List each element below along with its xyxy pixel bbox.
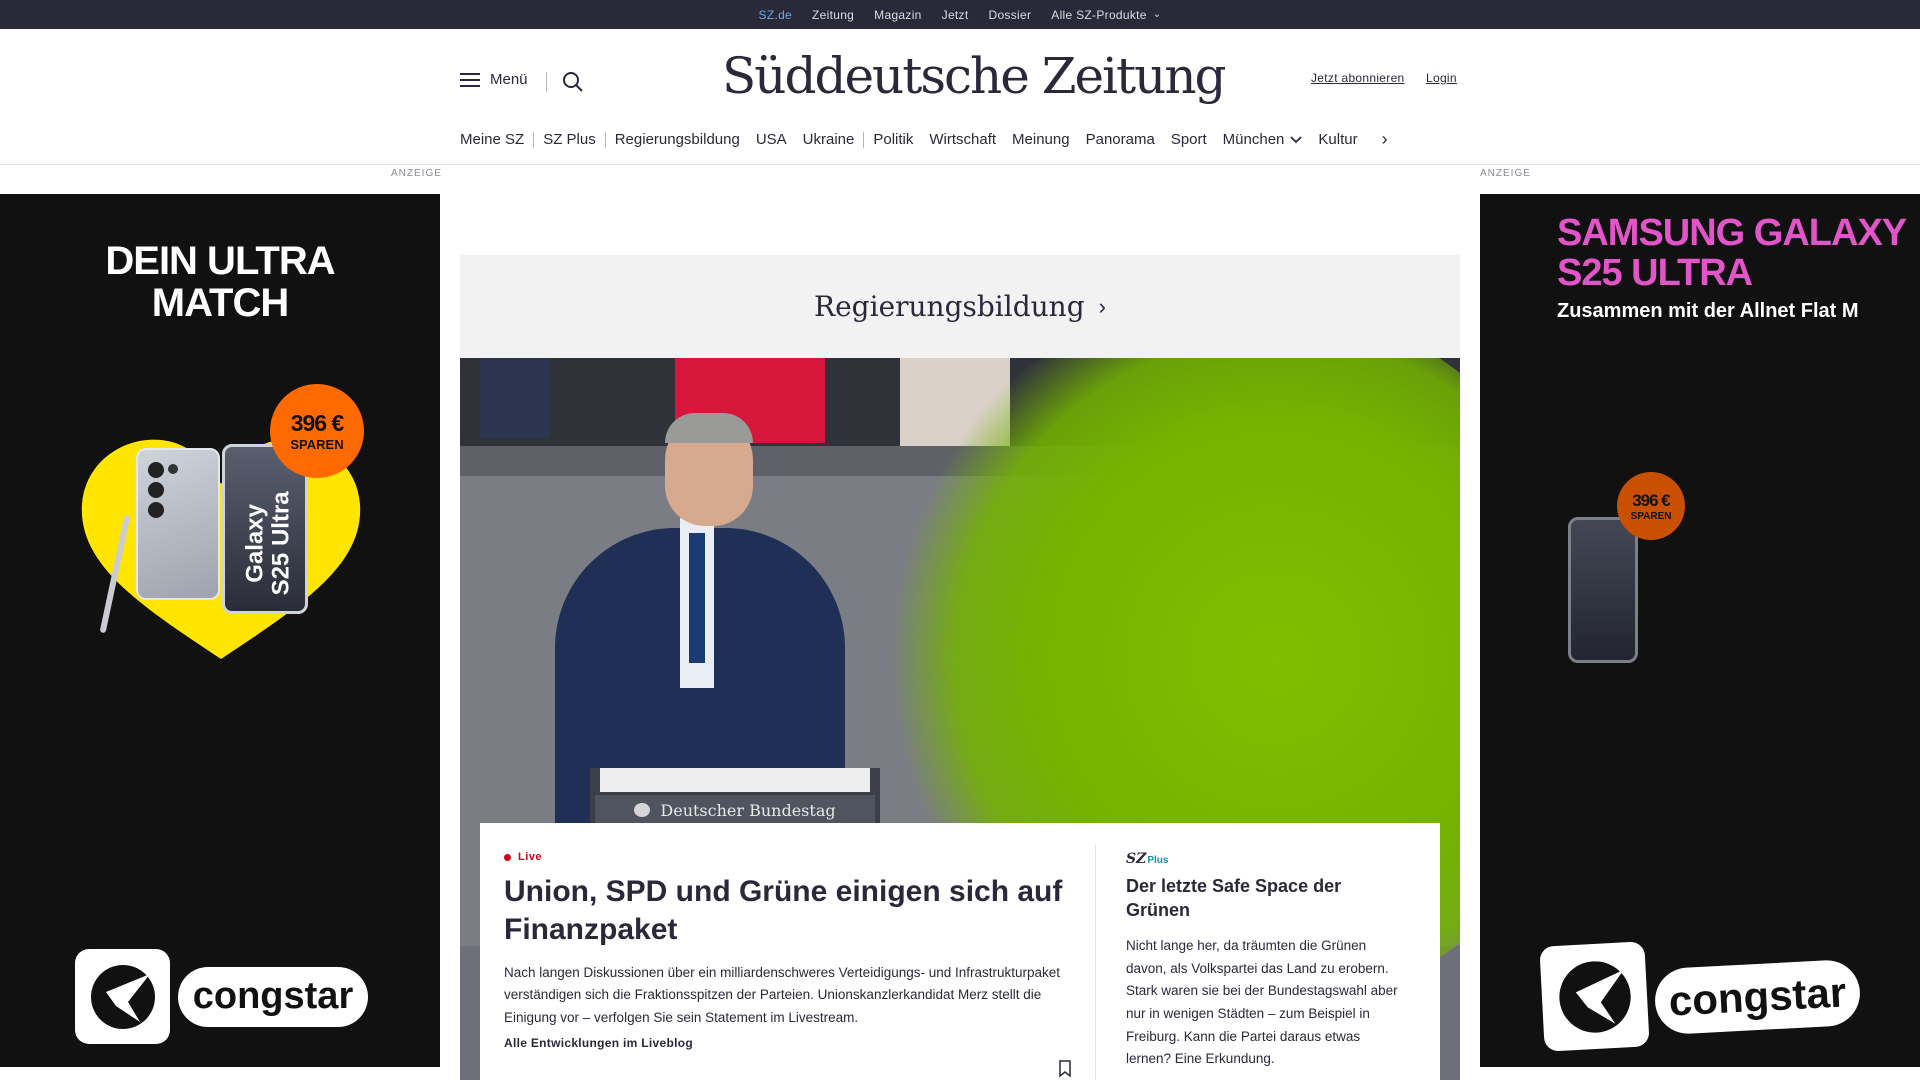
badge-amount: 396 € <box>290 410 345 436</box>
topic-banner[interactable]: Regierungsbildung › <box>460 255 1460 358</box>
side-headline[interactable]: Der letzte Safe Space der Grünen <box>1126 875 1406 923</box>
side-teaser: Nicht lange her, da träumten die Grünen … <box>1126 937 1398 1067</box>
sz-plus-sz: SZ <box>1126 851 1147 867</box>
topbar-link-sz[interactable]: SZ.de <box>759 8 793 33</box>
lectern-sign: Deutscher Bundestag <box>595 795 875 825</box>
ad-left[interactable]: DEIN ULTRA MATCH Galaxy S25 Ultra 396 € … <box>0 194 440 1067</box>
topbar-products-label: Alle SZ-Produkte <box>1051 7 1147 22</box>
lectern-sign-text: Deutscher Bundestag <box>660 800 836 820</box>
congstar-logo: congstar <box>75 949 368 1044</box>
card-divider <box>1095 845 1096 1080</box>
chevron-right-icon[interactable]: › <box>1382 129 1388 150</box>
ad-right-subline: Zusammen mit der Allnet Flat M <box>1557 300 1859 322</box>
site-logo[interactable]: Süddeutsche Zeitung <box>722 47 1227 105</box>
nav-item-panorama[interactable]: Panorama <box>1086 131 1171 148</box>
side-story[interactable]: SZ Plus Der letzte Safe Space der Grünen… <box>1126 851 1406 1071</box>
ad-left-headline-2: MATCH <box>151 281 289 325</box>
bookmark-icon[interactable] <box>1058 1060 1072 1078</box>
hamburger-icon <box>460 72 480 87</box>
nav-item-sz-plus[interactable]: SZ Plus <box>543 131 612 148</box>
nav-divider <box>604 131 606 148</box>
badge-text: SPAREN <box>1630 510 1672 522</box>
main-column: Regierungsbildung › Deutscher Bundestag <box>450 180 1470 1080</box>
nav-item-meinung[interactable]: Meinung <box>1012 131 1086 148</box>
savings-badge: 396 € SPAREN <box>270 384 364 478</box>
topbar-link-jetzt[interactable]: Jetzt <box>942 8 969 22</box>
sz-plus-badge: SZ Plus <box>1126 851 1406 867</box>
congstar-star-icon <box>75 949 170 1044</box>
savings-badge: 396 € SPAREN <box>1617 472 1685 540</box>
congstar-star-icon <box>1539 941 1650 1052</box>
congstar-wordmark: congstar <box>1653 958 1862 1035</box>
lead-teaser: Nach langen Diskussionen über ein millia… <box>504 964 1061 1026</box>
nav-item-wirtschaft[interactable]: Wirtschaft <box>929 131 1012 148</box>
nav-item-muenchen[interactable]: München <box>1223 131 1319 148</box>
top-bar: SZ.de Zeitung Magazin Jetzt Dossier Alle… <box>0 0 1920 33</box>
badge-amount: 396 € <box>1632 490 1671 510</box>
ad-left-phone-text-1: Galaxy <box>241 504 269 583</box>
search-icon[interactable] <box>560 69 586 95</box>
menu-button[interactable]: Menü <box>460 71 528 88</box>
live-dot-icon <box>504 853 511 861</box>
lead-headline[interactable]: Union, SPD und Grüne einigen sich auf Fi… <box>504 873 1064 950</box>
nav-item-kultur[interactable]: Kultur <box>1318 131 1373 148</box>
phone-back-image <box>136 448 220 600</box>
nav-item-meine-sz[interactable]: Meine SZ <box>460 131 540 148</box>
story-card: Live Union, SPD und Grüne einigen sich a… <box>480 823 1440 1080</box>
ad-right-headline-2: S25 ULTRA <box>1557 251 1753 294</box>
lead-story[interactable]: Live Union, SPD und Grüne einigen sich a… <box>504 851 1064 1050</box>
sz-plus-plus: Plus <box>1147 855 1169 866</box>
login-link[interactable]: Login <box>1426 71 1457 85</box>
live-indicator: Live <box>504 851 1064 863</box>
chevron-right-icon: › <box>1098 293 1106 319</box>
nav-item-muenchen-label: München <box>1222 131 1285 148</box>
nav-item-ukraine[interactable]: Ukraine <box>803 131 871 148</box>
ad-left-phone-text-2: S25 Ultra <box>268 491 295 596</box>
nav-divider <box>863 131 865 148</box>
phone-image <box>1568 517 1638 663</box>
nav-item-usa[interactable]: USA <box>756 131 803 148</box>
liveblog-link[interactable]: Alle Entwicklungen im Liveblog <box>504 1036 1064 1050</box>
nav-item-sport[interactable]: Sport <box>1171 131 1223 148</box>
topbar-link-zeitung[interactable]: Zeitung <box>812 8 854 22</box>
nav-divider <box>533 131 535 148</box>
live-label: Live <box>518 851 543 863</box>
badge-text: SPAREN <box>290 437 344 452</box>
ad-label-left: ANZEIGE <box>391 168 442 179</box>
ad-label-right: ANZEIGE <box>1480 168 1531 179</box>
congstar-wordmark: congstar <box>178 966 368 1027</box>
topbar-link-dossier[interactable]: Dossier <box>988 8 1031 22</box>
eagle-icon <box>634 803 651 817</box>
ad-right[interactable]: SAMSUNG GALAXY S25 ULTRA Zusammen mit de… <box>1480 194 1920 1067</box>
chevron-down-icon <box>1290 135 1303 143</box>
congstar-logo: congstar <box>1539 941 1862 1052</box>
topic-banner-title: Regierungsbildung <box>814 290 1085 323</box>
topbar-link-magazin[interactable]: Magazin <box>874 8 921 22</box>
header-divider <box>546 72 547 92</box>
topbar-link-products[interactable]: Alle SZ-Produkte ⌄ <box>1051 8 1161 22</box>
site-header: Menü Süddeutsche Zeitung Jetzt abonniere… <box>0 29 1920 165</box>
menu-label: Menü <box>490 71 528 88</box>
nav-item-regierungsbildung[interactable]: Regierungsbildung <box>615 131 756 148</box>
subscribe-link[interactable]: Jetzt abonnieren <box>1311 71 1405 85</box>
nav-item-politik[interactable]: Politik <box>873 131 929 148</box>
ad-left-headline-1: DEIN ULTRA <box>105 239 335 283</box>
ad-right-headline-1: SAMSUNG GALAXY <box>1557 212 1907 254</box>
chevron-down-icon: ⌄ <box>1152 9 1162 20</box>
main-nav: Meine SZ SZ Plus Regierungsbildung USA U… <box>460 129 1388 150</box>
